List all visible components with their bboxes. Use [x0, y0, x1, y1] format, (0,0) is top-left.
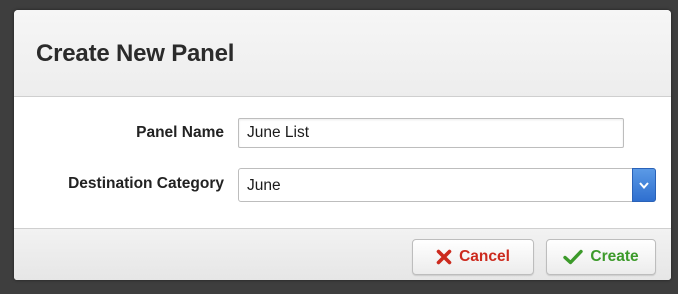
select-dropdown-button[interactable] — [632, 168, 656, 202]
create-button-label: Create — [590, 248, 639, 265]
destination-category-select[interactable]: June — [238, 168, 656, 202]
cancel-button-label: Cancel — [459, 248, 510, 265]
panel-name-label: Panel Name — [136, 124, 224, 141]
destination-category-value: June — [247, 177, 281, 194]
chevron-down-icon — [639, 182, 649, 189]
dialog-footer: Cancel Create — [14, 228, 671, 280]
destination-category-label: Destination Category — [68, 175, 224, 192]
create-button[interactable]: Create — [546, 239, 656, 275]
panel-name-input[interactable] — [238, 118, 624, 148]
dialog-title: Create New Panel — [36, 40, 235, 67]
dialog-titlebar: Create New Panel — [14, 10, 671, 97]
x-icon — [436, 249, 452, 265]
create-panel-dialog: Create New Panel Panel Name Destination … — [14, 10, 671, 280]
checkmark-icon — [563, 249, 584, 265]
cancel-button[interactable]: Cancel — [412, 239, 534, 275]
